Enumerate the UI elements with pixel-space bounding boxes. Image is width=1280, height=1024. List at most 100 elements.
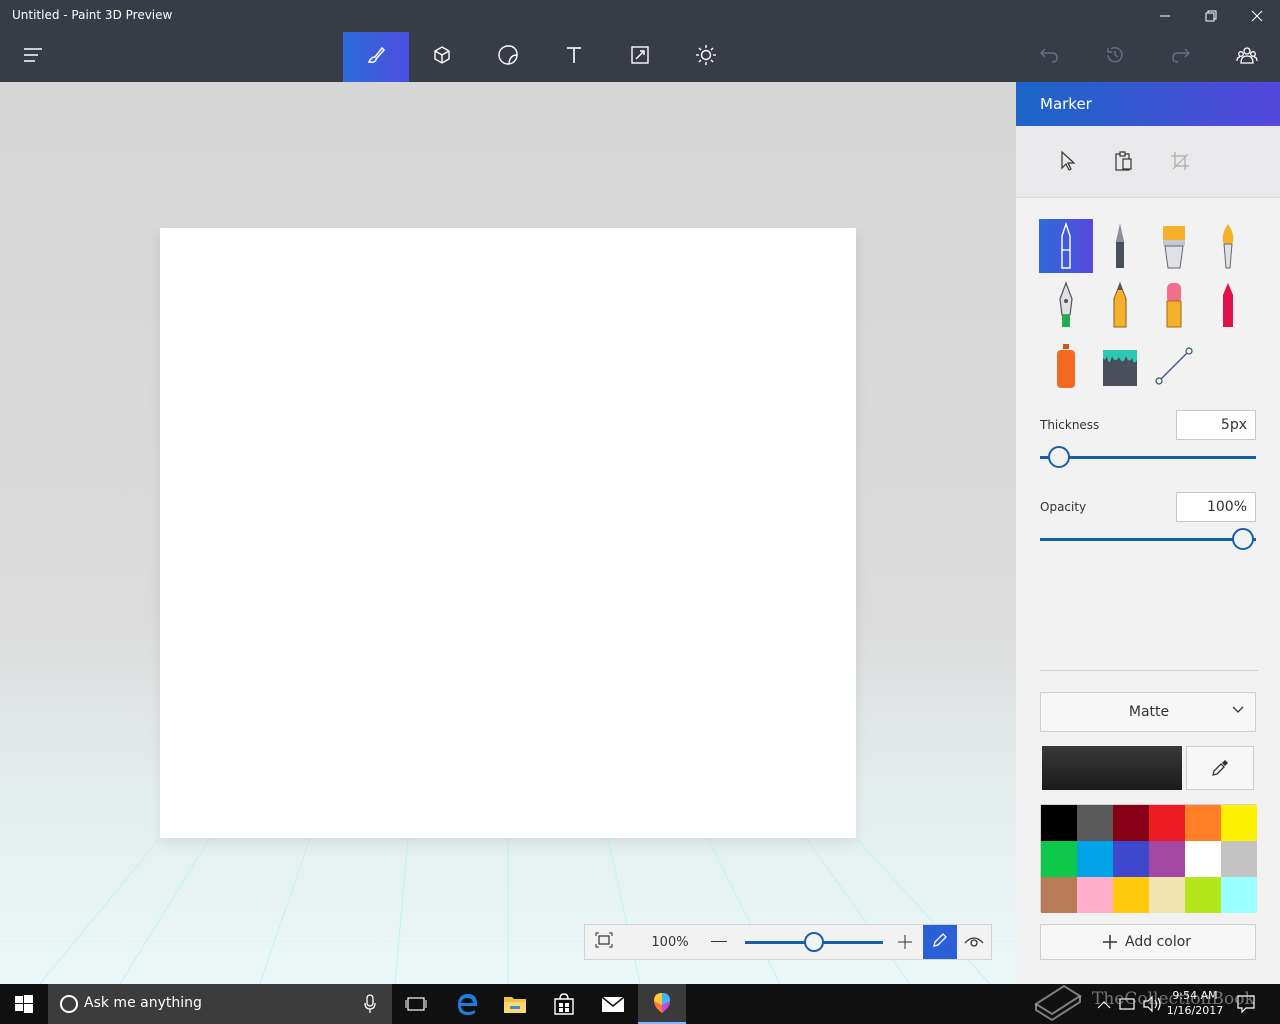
brush-pixel-pen[interactable] bbox=[1039, 278, 1093, 332]
brush-crayon[interactable] bbox=[1201, 278, 1255, 332]
crop-icon bbox=[1171, 152, 1189, 170]
palette-color-swatch[interactable] bbox=[1113, 877, 1149, 913]
tab-canvas[interactable] bbox=[607, 32, 673, 82]
palette-color-swatch[interactable] bbox=[1077, 877, 1113, 913]
brush-calligraphy-pen[interactable] bbox=[1093, 219, 1147, 273]
redo-icon bbox=[1171, 46, 1191, 68]
palette-color-swatch[interactable] bbox=[1221, 877, 1257, 913]
cube-icon bbox=[432, 45, 452, 69]
history-button[interactable] bbox=[1082, 32, 1148, 82]
tab-3d-objects[interactable] bbox=[409, 32, 475, 82]
close-button[interactable] bbox=[1234, 0, 1280, 32]
eyedropper-button[interactable] bbox=[1186, 746, 1254, 790]
brush-oil[interactable] bbox=[1147, 219, 1201, 273]
zoom-value: 100% bbox=[651, 935, 689, 950]
current-color-swatch[interactable] bbox=[1042, 746, 1182, 790]
palette-color-swatch[interactable] bbox=[1149, 841, 1185, 877]
palette-color-swatch[interactable] bbox=[1077, 841, 1113, 877]
zoom-slider-thumb[interactable] bbox=[804, 932, 824, 952]
redo-button[interactable] bbox=[1148, 32, 1214, 82]
tab-stickers[interactable] bbox=[475, 32, 541, 82]
panel-divider bbox=[1040, 670, 1258, 671]
palette-color-swatch[interactable] bbox=[1185, 841, 1221, 877]
store-icon bbox=[554, 993, 574, 1015]
people-icon bbox=[1236, 45, 1258, 69]
thickness-slider-thumb[interactable] bbox=[1048, 446, 1070, 468]
finish-dropdown[interactable]: Matte bbox=[1040, 692, 1256, 732]
palette-color-swatch[interactable] bbox=[1185, 805, 1221, 841]
book-logo-icon bbox=[1034, 984, 1082, 1022]
brush-eraser[interactable] bbox=[1147, 278, 1201, 332]
eraser-icon bbox=[1166, 283, 1182, 328]
panel-title: Marker bbox=[1040, 95, 1092, 113]
workspace[interactable] bbox=[0, 82, 1016, 984]
taskbar-edge[interactable] bbox=[443, 984, 491, 1024]
opacity-input[interactable]: 100% bbox=[1176, 492, 1256, 522]
clipboard-icon bbox=[1115, 151, 1132, 171]
start-button[interactable] bbox=[0, 984, 48, 1024]
palette-color-swatch[interactable] bbox=[1149, 877, 1185, 913]
add-color-button[interactable]: Add color bbox=[1040, 924, 1256, 960]
view-mode-button[interactable] bbox=[957, 925, 991, 959]
brush-pencil[interactable] bbox=[1093, 278, 1147, 332]
line-icon bbox=[1155, 347, 1193, 385]
palette-color-swatch[interactable] bbox=[1041, 805, 1077, 841]
brush-fill[interactable] bbox=[1093, 339, 1147, 393]
close-icon bbox=[1251, 7, 1263, 26]
taskbar-paint-3d[interactable] bbox=[638, 984, 686, 1024]
palette-color-swatch[interactable] bbox=[1113, 841, 1149, 877]
taskbar-store[interactable] bbox=[540, 984, 588, 1024]
task-view-button[interactable] bbox=[392, 984, 440, 1024]
tab-text[interactable] bbox=[541, 32, 607, 82]
select-button[interactable] bbox=[1058, 150, 1080, 174]
restore-button[interactable] bbox=[1188, 0, 1234, 32]
zoom-out-button[interactable] bbox=[711, 941, 727, 942]
palette-color-swatch[interactable] bbox=[1221, 805, 1257, 841]
palette-color-swatch[interactable] bbox=[1149, 805, 1185, 841]
pencil-icon bbox=[932, 932, 948, 952]
minimize-button[interactable] bbox=[1142, 0, 1188, 32]
brush-line[interactable] bbox=[1147, 339, 1201, 393]
palette-color-swatch[interactable] bbox=[1077, 805, 1113, 841]
cortana-search-box[interactable]: Ask me anything bbox=[48, 984, 392, 1024]
palette-color-swatch[interactable] bbox=[1185, 877, 1221, 913]
tab-art-tools[interactable] bbox=[343, 32, 409, 82]
drawing-canvas[interactable] bbox=[160, 228, 856, 838]
thickness-label: Thickness bbox=[1040, 418, 1100, 432]
mail-icon bbox=[601, 996, 625, 1012]
fit-to-screen-button[interactable] bbox=[585, 925, 623, 959]
crop-button[interactable] bbox=[1170, 150, 1192, 174]
opacity-label: Opacity bbox=[1040, 500, 1087, 514]
taskbar-file-explorer[interactable] bbox=[491, 984, 539, 1024]
main-toolbar bbox=[0, 32, 1280, 82]
tab-effects[interactable] bbox=[673, 32, 739, 82]
palette-color-swatch[interactable] bbox=[1113, 805, 1149, 841]
menu-button[interactable] bbox=[0, 32, 66, 82]
opacity-slider[interactable] bbox=[1040, 538, 1256, 541]
palette-color-swatch[interactable] bbox=[1041, 877, 1077, 913]
zoom-in-button[interactable] bbox=[897, 934, 913, 950]
edge-icon bbox=[458, 994, 477, 1015]
thickness-slider[interactable] bbox=[1040, 456, 1256, 459]
text-icon bbox=[565, 45, 583, 69]
paste-button[interactable] bbox=[1114, 150, 1136, 174]
color-palette bbox=[1040, 804, 1257, 913]
opacity-slider-thumb[interactable] bbox=[1232, 528, 1254, 550]
brush-marker[interactable] bbox=[1039, 219, 1093, 273]
thickness-input[interactable]: 5px bbox=[1176, 410, 1256, 440]
taskbar-mail[interactable] bbox=[589, 984, 637, 1024]
palette-color-swatch[interactable] bbox=[1041, 841, 1077, 877]
palette-color-swatch[interactable] bbox=[1221, 841, 1257, 877]
brush-watercolor[interactable] bbox=[1201, 219, 1255, 273]
oil-brush-icon bbox=[1163, 226, 1185, 269]
crayon-icon bbox=[1223, 283, 1233, 327]
hamburger-icon bbox=[23, 47, 43, 67]
remix-button[interactable] bbox=[1214, 32, 1280, 82]
search-placeholder: Ask me anything bbox=[84, 995, 202, 1011]
panel-header: Marker bbox=[1016, 82, 1280, 126]
restore-icon bbox=[1205, 7, 1217, 26]
microphone-icon[interactable] bbox=[364, 994, 376, 1014]
brush-spray-can[interactable] bbox=[1039, 339, 1093, 393]
undo-button[interactable] bbox=[1016, 32, 1082, 82]
draw-mode-button[interactable] bbox=[923, 925, 957, 959]
